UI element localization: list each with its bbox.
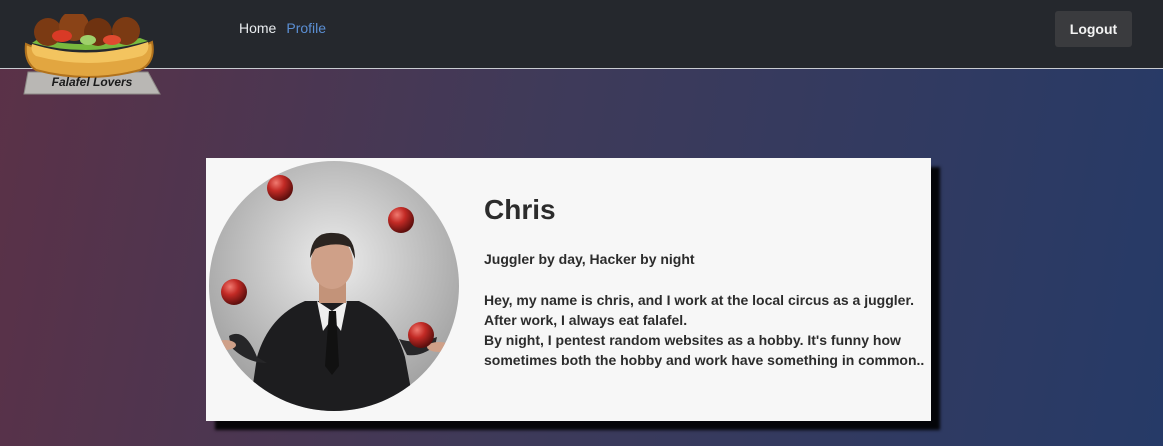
nav-home-link[interactable]: Home bbox=[239, 20, 276, 36]
nav-links: Home Profile bbox=[239, 20, 326, 36]
bio-line: sometimes both the hobby and work have s… bbox=[484, 352, 925, 368]
profile-tagline: Juggler by day, Hacker by night bbox=[484, 251, 695, 267]
falafel-lovers-logo[interactable]: Falafel Lovers bbox=[22, 11, 162, 98]
profile-avatar bbox=[209, 161, 459, 411]
profile-bio: Hey, my name is chris, and I work at the… bbox=[484, 290, 929, 370]
juggler-photo bbox=[209, 161, 459, 411]
logout-button[interactable]: Logout bbox=[1055, 11, 1132, 47]
juggling-ball bbox=[221, 279, 247, 305]
navbar: Falafel Lovers Home Profile Logout bbox=[0, 0, 1163, 95]
bio-line: By night, I pentest random websites as a… bbox=[484, 332, 901, 348]
juggling-ball bbox=[388, 207, 414, 233]
profile-card: Chris Juggler by day, Hacker by night He… bbox=[206, 158, 931, 421]
logo-image: Falafel Lovers bbox=[23, 11, 161, 95]
juggling-ball bbox=[408, 322, 434, 348]
bio-line: Hey, my name is chris, and I work at the… bbox=[484, 292, 915, 308]
juggling-ball bbox=[267, 175, 293, 201]
logo-text: Falafel Lovers bbox=[52, 75, 133, 89]
profile-name: Chris bbox=[484, 194, 556, 225]
nav-profile-link[interactable]: Profile bbox=[286, 20, 326, 36]
bio-line: After work, I always eat falafel. bbox=[484, 312, 688, 328]
